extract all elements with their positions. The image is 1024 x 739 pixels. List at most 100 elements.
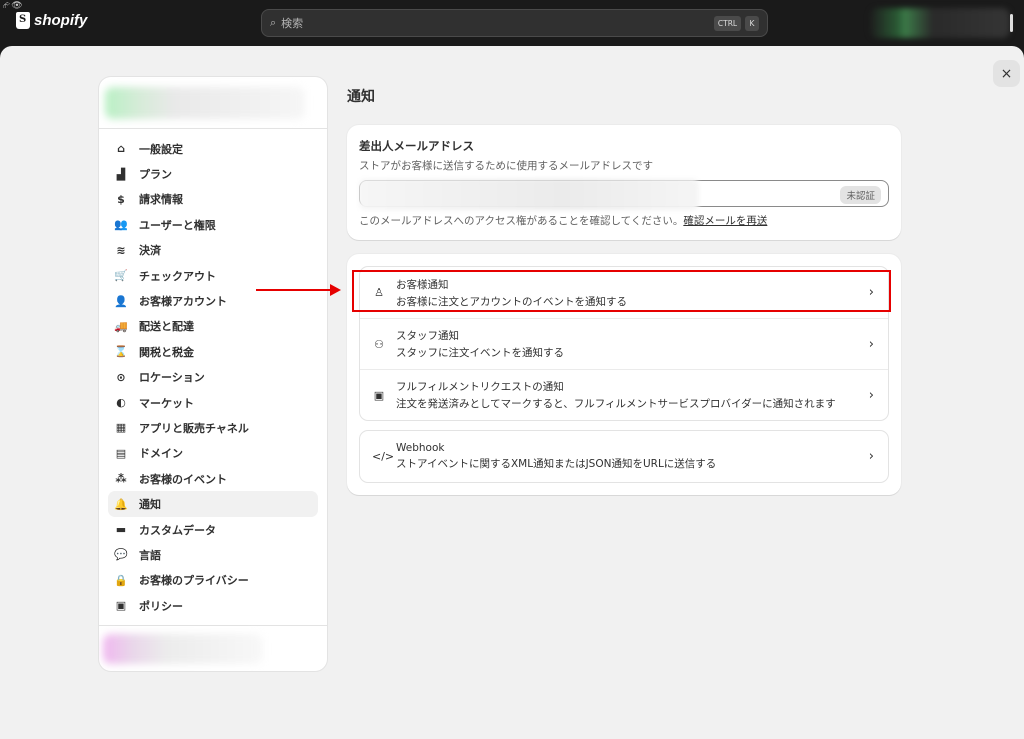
close-button[interactable]: ×: [993, 60, 1020, 87]
user-name-blurred: [103, 634, 263, 664]
annotation-arrow: [256, 284, 341, 296]
row-title: フルフィルメントリクエストの通知: [396, 381, 564, 393]
sidebar-item[interactable]: 🚚 配送と配達: [108, 314, 318, 339]
sidebar-item[interactable]: $ 請求情報: [108, 187, 318, 212]
sidebar-item-label: ロケーション: [139, 371, 205, 385]
sidebar-item[interactable]: ⌂ 一般設定: [108, 136, 318, 161]
sidebar-item[interactable]: ⌛ 関税と税金: [108, 339, 318, 364]
search-placeholder: 検索: [281, 17, 304, 30]
annotation-highlight-box: [352, 270, 891, 312]
sidebar-item-label: お客様のイベント: [139, 472, 227, 486]
sidebar-item[interactable]: 🔔 通知: [108, 491, 318, 517]
sidebar-item-label: ポリシー: [139, 599, 183, 613]
sidebar-item[interactable]: 💬 言語: [108, 542, 318, 567]
search-icon: ⌕: [270, 16, 277, 29]
payments-icon: ≋: [116, 243, 126, 257]
person-icon: 👤: [114, 294, 128, 308]
chevron-right-icon: ›: [868, 449, 874, 464]
sidebar-item-label: 請求情報: [139, 193, 183, 207]
sidebar-item-label: 関税と税金: [139, 345, 194, 359]
sidebar-item-label: 通知: [139, 498, 161, 512]
store-icon: ⌂: [117, 142, 125, 156]
row-text: スタッフ通知スタッフに注文イベントを通知する: [396, 328, 564, 360]
sidebar-item-label: マーケット: [139, 396, 194, 410]
sidebar-item[interactable]: ▤ ドメイン: [108, 441, 318, 466]
search-bar[interactable]: ⌕ 検索 CTRL K: [261, 9, 768, 37]
sidebar-item-label: ユーザーと権限: [139, 218, 216, 232]
truck-icon: 🚚: [114, 319, 128, 333]
sidebar-item[interactable]: ▦ アプリと販売チャネル: [108, 415, 318, 440]
toolbar-mini-icons: ⮳👁: [3, 1, 24, 11]
verify-note-text: このメールアドレスへのアクセス権があることを確認してください。: [359, 215, 684, 227]
shortcut-k: K: [745, 16, 759, 31]
store-switcher[interactable]: [99, 77, 327, 129]
sidebar-item-label: 言語: [139, 548, 161, 562]
row-subtitle: スタッフに注文イベントを通知する: [396, 347, 564, 359]
cart-icon: 🛒: [114, 269, 128, 283]
sender-email-card: 差出人メールアドレス ストアがお客様に送信するために使用するメールアドレスです …: [347, 125, 901, 240]
sender-email-field[interactable]: 未認証: [359, 179, 889, 210]
topbar-edge: [1010, 14, 1013, 32]
close-icon: ×: [1000, 65, 1013, 82]
notification-row[interactable]: ▣ フルフィルメントリクエストの通知注文を発送済みとしてマークすると、フルフィルメ…: [360, 369, 888, 420]
settings-nav: ⌂ 一般設定 ▟ プラン $ 請求情報 👥 ユーザーと権限 ≋ 決済 🛒 チェックアウト 👤 お客様アカウ…: [99, 129, 327, 618]
row-subtitle: 注文を発送済みとしてマークすると、フルフィルメントサービスプロバイダーに通知され…: [396, 398, 836, 410]
shortcut-ctrl: CTRL: [714, 16, 741, 31]
chart-icon: ▟: [116, 167, 126, 181]
row-subtitle: ストアイベントに関するXML通知またはJSON通知をURLに送信する: [396, 458, 717, 470]
email-value-blurred: [359, 179, 699, 210]
sidebar-item-label: 一般設定: [139, 142, 183, 156]
shopify-bag-icon: [16, 12, 30, 29]
sidebar-item-label: 配送と配達: [139, 320, 194, 334]
page-title: 通知: [347, 89, 375, 105]
domain-icon: ▤: [115, 446, 127, 460]
sidebar-item[interactable]: ▟ プラン: [108, 161, 318, 186]
sidebar-item[interactable]: 🔒 お客様のプライバシー: [108, 568, 318, 593]
globe-icon: ◐: [116, 396, 126, 410]
arrow-shaft: [256, 289, 332, 291]
fulfillment-icon: ▣: [373, 388, 385, 402]
policy-icon: ▣: [115, 599, 127, 613]
database-icon: ▬: [115, 523, 127, 537]
row-text: フルフィルメントリクエストの通知注文を発送済みとしてマークすると、フルフィルメン…: [396, 379, 836, 411]
sidebar-item-label: チェックアウト: [139, 269, 216, 283]
sidebar-item[interactable]: ▣ ポリシー: [108, 593, 318, 618]
resend-verification-link[interactable]: 確認メールを再送: [683, 215, 767, 227]
cursor-icon: ⁂: [115, 472, 127, 486]
status-badge: 未認証: [840, 186, 881, 204]
settings-sidebar: ⌂ 一般設定 ▟ プラン $ 請求情報 👥 ユーザーと権限 ≋ 決済 🛒 チェックアウト 👤 お客様アカウ…: [99, 77, 327, 671]
notification-row[interactable]: ⚇ スタッフ通知スタッフに注文イベントを通知する ›: [360, 318, 888, 369]
sidebar-item[interactable]: ◐ マーケット: [108, 390, 318, 415]
sidebar-item[interactable]: ⁂ お客様のイベント: [108, 466, 318, 491]
users-icon: 👥: [114, 218, 128, 232]
code-icon: </>: [372, 450, 395, 463]
lock-icon: 🔒: [114, 573, 128, 587]
top-bar: ⮳👁 shopify ⌕ 検索 CTRL K: [0, 0, 1024, 46]
sidebar-item[interactable]: ▬ カスタムデータ: [108, 517, 318, 542]
arrow-head: [330, 284, 341, 296]
sidebar-item[interactable]: ≋ 決済: [108, 238, 318, 263]
row-title: スタッフ通知: [396, 330, 459, 342]
chevron-right-icon: ›: [868, 388, 874, 403]
sidebar-item[interactable]: ⊙ ロケーション: [108, 365, 318, 390]
sidebar-item-label: お客様アカウント: [139, 295, 227, 309]
sidebar-item-label: カスタムデータ: [139, 523, 216, 537]
staff-icon: ⚇: [374, 337, 384, 351]
verify-note: このメールアドレスへのアクセス権があることを確認してください。確認メールを再送: [359, 213, 889, 228]
user-profile[interactable]: [99, 625, 327, 671]
sender-email-title: 差出人メールアドレス: [359, 139, 474, 153]
sidebar-item[interactable]: 👥 ユーザーと権限: [108, 212, 318, 237]
shopify-logo[interactable]: shopify: [16, 12, 87, 29]
webhook-group: </> Webhook ストアイベントに関するXML通知またはJSON通知をURLに…: [359, 430, 889, 483]
sender-email-subtitle: ストアがお客様に送信するために使用するメールアドレスです: [359, 160, 653, 172]
store-name-blurred: [105, 87, 305, 119]
tax-icon: ⌛: [114, 345, 128, 359]
row-text: Webhook ストアイベントに関するXML通知またはJSON通知をURLに送信す…: [396, 442, 716, 471]
row-title: Webhook: [396, 442, 445, 454]
account-menu[interactable]: [870, 8, 1010, 38]
chevron-right-icon: ›: [868, 337, 874, 352]
location-icon: ⊙: [116, 370, 126, 384]
webhook-row[interactable]: </> Webhook ストアイベントに関するXML通知またはJSON通知をURLに…: [360, 431, 888, 482]
logo-text: shopify: [34, 12, 88, 29]
sidebar-item-label: お客様のプライバシー: [139, 574, 249, 588]
